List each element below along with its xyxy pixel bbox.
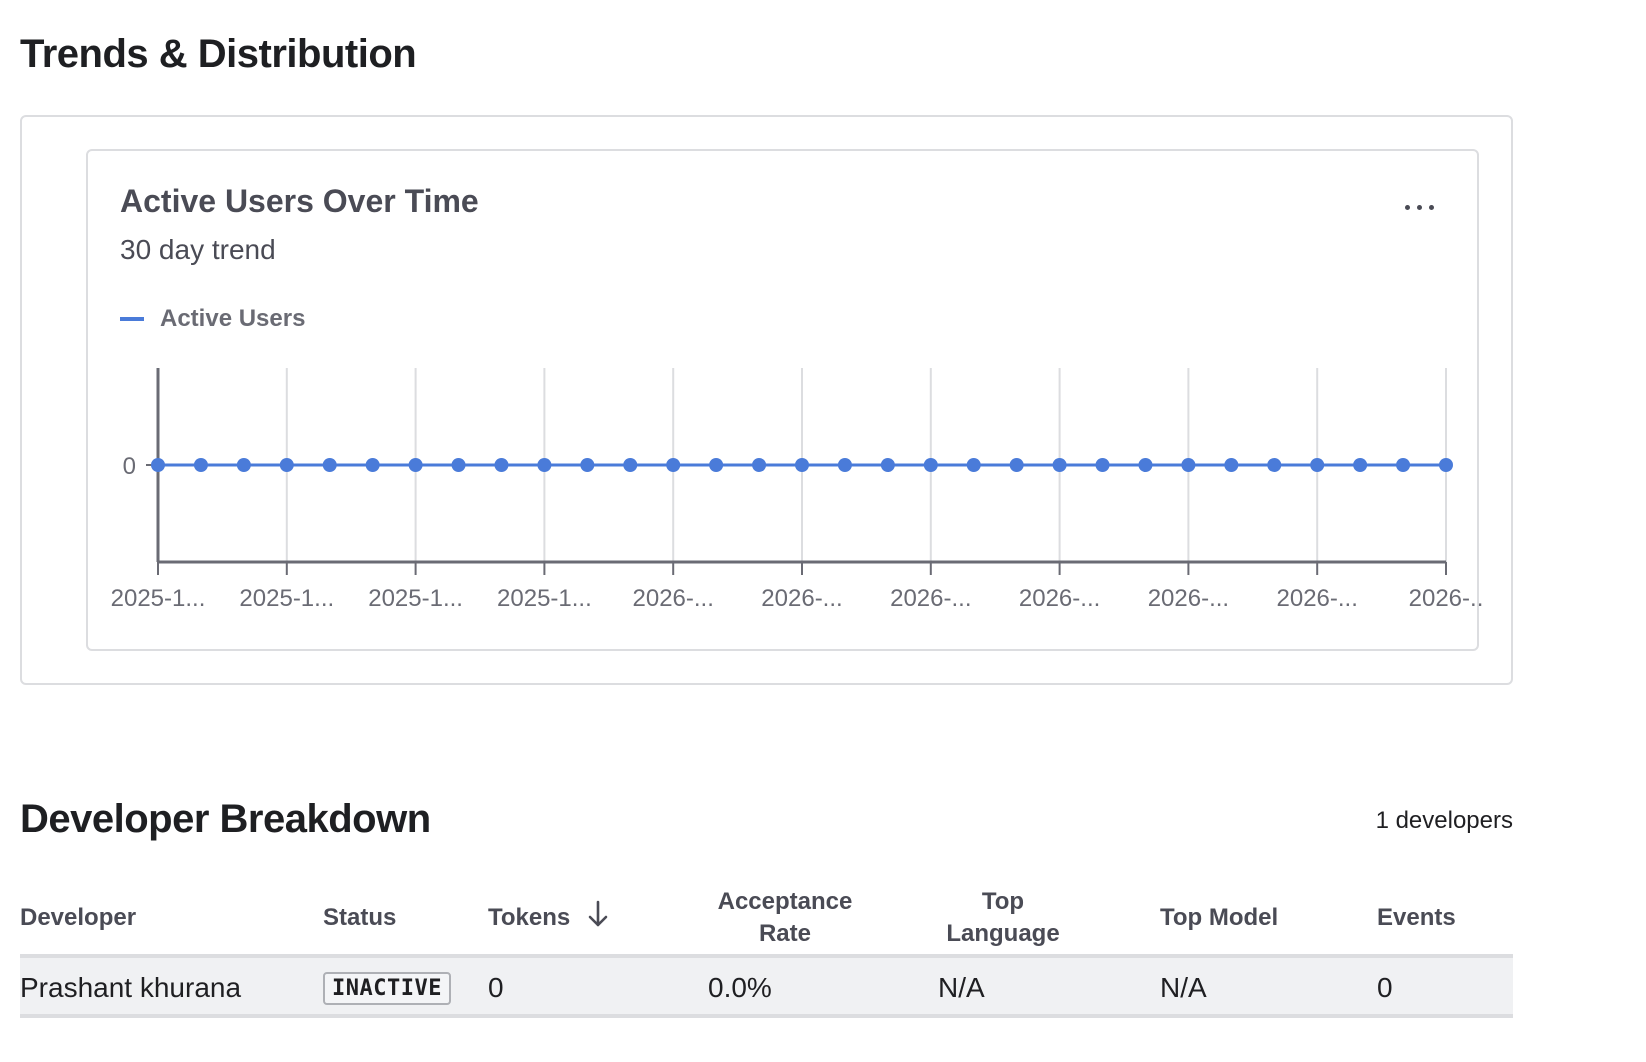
cell-top-language: N/A [938,972,985,1003]
x-tick-label: 2025-1... [111,585,206,612]
data-point [1439,458,1453,472]
cell-status: INACTIVE [323,958,451,1018]
cell-top-model: N/A [1160,972,1207,1003]
y-tick-label: 0 [123,453,136,480]
data-point [580,458,595,472]
x-tick-label: 2025-1... [368,585,463,612]
data-point [1310,458,1325,472]
data-point [1009,458,1024,472]
arrow-down-icon [588,900,608,937]
x-tick-label: 2026-... [761,585,842,612]
x-tick-label: 2026-.. [1409,585,1484,612]
x-tick-label: 2026-... [1148,585,1229,612]
data-point [1138,458,1153,472]
developer-table: Developer Status Tokens Acceptance Rate T… [20,878,1513,1018]
cell-acceptance-rate: 0.0% [708,972,772,1003]
x-tick-label: 2026-... [1019,585,1100,612]
column-header-status[interactable]: Status [323,878,396,958]
x-tick-label: 2025-1... [239,585,334,612]
x-tick-label: 2026-... [1277,585,1358,612]
active-users-line-chart: 2025-1... 2025-1... 2025-1... 2025-1... 2026… [111,368,1484,612]
data-point [880,458,895,472]
data-point [966,458,981,472]
data-point [1052,458,1067,472]
data-point [1353,458,1368,472]
data-point [193,458,208,472]
data-point [537,458,552,472]
column-header-top-model[interactable]: Top Model [1160,878,1278,958]
data-point [795,458,809,472]
data-point [752,458,767,472]
data-point [923,458,938,472]
data-point [1396,458,1411,472]
data-point [494,458,509,472]
data-point [1181,458,1196,472]
column-header-tokens[interactable]: Tokens [488,878,608,958]
data-point [322,458,337,472]
table-row[interactable]: Prashant khurana INACTIVE 0 0.0% N/A N/A… [20,958,1513,1018]
data-point [1267,458,1282,472]
data-point [408,458,423,472]
data-point [709,458,724,472]
x-tick-label: 2026-... [890,585,971,612]
data-point [451,458,466,472]
developer-breakdown-title: Developer Breakdown [20,797,431,841]
status-badge: INACTIVE [323,971,451,1005]
x-tick-label: 2025-1... [497,585,592,612]
column-header-events[interactable]: Events [1377,878,1456,958]
data-point [666,458,681,472]
column-header-developer[interactable]: Developer [20,878,136,958]
cell-tokens: 0 [488,972,504,1003]
data-point [151,458,165,472]
developer-count: 1 developers [1375,807,1513,834]
x-tick-label: 2026-... [633,585,714,612]
column-header-acceptance-rate[interactable]: Acceptance Rate [700,878,870,958]
data-point [365,458,380,472]
data-point [1095,458,1110,472]
cell-events: 0 [1377,972,1393,1003]
data-point [279,458,294,472]
data-point [236,458,251,472]
column-header-top-language[interactable]: Top Language [933,878,1073,958]
table-header: Developer Status Tokens Acceptance Rate T… [20,878,1513,958]
data-point [1224,458,1239,472]
cell-developer: Prashant khurana [20,972,242,1003]
data-point [623,458,638,472]
data-point [837,458,852,472]
